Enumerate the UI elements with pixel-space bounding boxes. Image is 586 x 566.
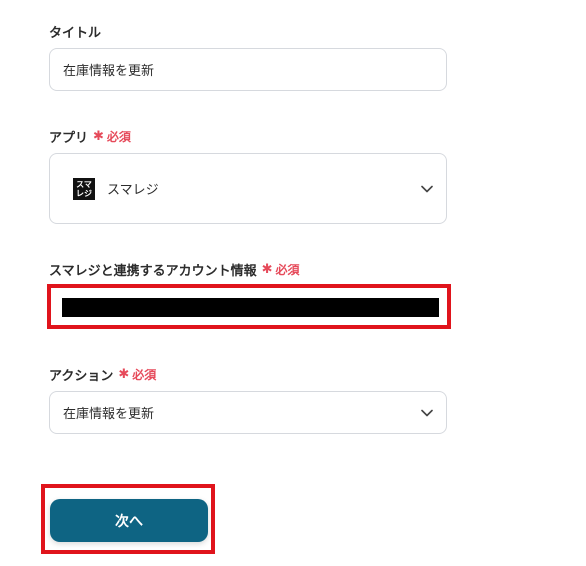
required-asterisk-icon: ✱ bbox=[93, 129, 104, 144]
next-button[interactable]: 次へ bbox=[50, 499, 208, 542]
app-label: アプリ ✱ 必須 bbox=[49, 127, 131, 146]
required-text: 必須 bbox=[106, 130, 131, 144]
title-input-value: 在庫情報を更新 bbox=[63, 64, 155, 79]
app-select-value: スマレジ bbox=[107, 183, 159, 198]
app-icon-line-2: レジ bbox=[76, 188, 92, 198]
account-select-redacted[interactable] bbox=[62, 298, 439, 317]
required-badge: ✱ 必須 bbox=[118, 366, 156, 383]
action-select-value: 在庫情報を更新 bbox=[63, 407, 155, 422]
account-label-text: スマレジと連携するアカウント情報 bbox=[49, 264, 257, 279]
chevron-down-icon bbox=[421, 185, 433, 192]
app-select[interactable]: スマ レジ スマレジ bbox=[49, 153, 447, 224]
action-label-text: アクション bbox=[49, 369, 114, 384]
account-label: スマレジと連携するアカウント情報 ✱ 必須 bbox=[49, 260, 300, 279]
chevron-down-icon bbox=[421, 409, 433, 416]
flow-step-form: タイトル 在庫情報を更新 アプリ ✱ 必須 スマ レジ スマレジ スマレジと連携… bbox=[0, 0, 586, 566]
title-input[interactable]: 在庫情報を更新 bbox=[49, 48, 447, 91]
required-badge: ✱ 必須 bbox=[93, 128, 131, 145]
action-label: アクション ✱ 必須 bbox=[49, 365, 156, 384]
action-select[interactable]: 在庫情報を更新 bbox=[49, 391, 447, 434]
required-text: 必須 bbox=[275, 263, 300, 277]
smaregi-app-icon: スマ レジ bbox=[73, 177, 95, 200]
required-text: 必須 bbox=[132, 368, 157, 382]
app-label-text: アプリ bbox=[49, 131, 89, 146]
app-icon-line-1: スマ bbox=[76, 179, 92, 189]
required-asterisk-icon: ✱ bbox=[118, 367, 130, 382]
title-label: タイトル bbox=[49, 22, 101, 41]
title-label-text: タイトル bbox=[49, 26, 102, 41]
required-badge: ✱ 必須 bbox=[262, 261, 300, 278]
required-asterisk-icon: ✱ bbox=[261, 262, 273, 277]
